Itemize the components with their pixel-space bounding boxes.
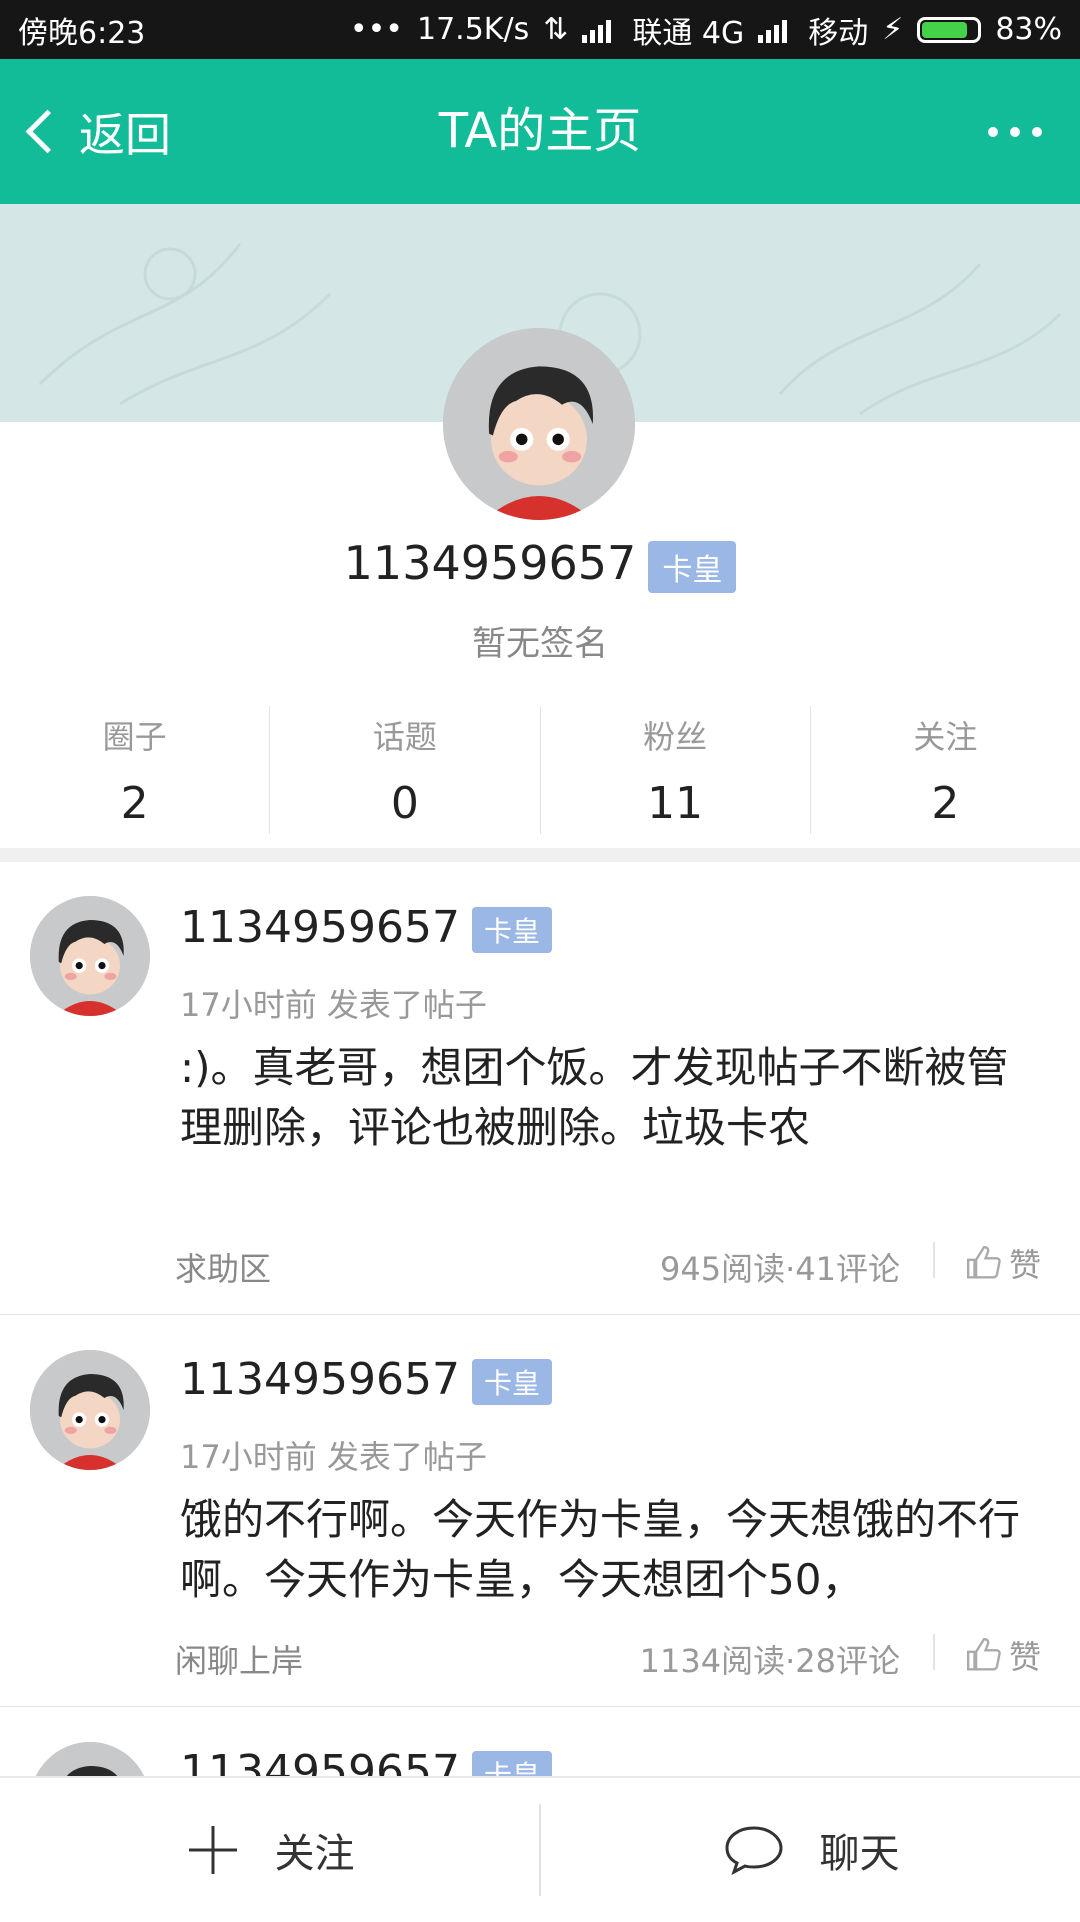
more-options-icon[interactable] [988,127,1042,137]
post-category[interactable]: 闲聊上岸 [175,1636,303,1682]
bottom-action-bar: 关注 聊天 [0,1776,1080,1922]
stat-label: 关注 [913,718,978,756]
post-content: :)。真老哥，想团个饭。才发现帖子不断被管理删除，评论也被删除。垃圾卡农 [180,1043,1009,1152]
like-button[interactable]: 赞 [965,1632,1041,1678]
chevron-left-icon [25,109,70,154]
app-header: TA的主页 返回 [0,59,1080,204]
like-label: 赞 [1009,1638,1042,1676]
profile-signature: 暂无签名 [472,624,608,664]
avatar-image [30,1742,150,1776]
stat-value: 0 [390,778,419,829]
chat-bubble-icon [724,1826,783,1876]
stat-label: 话题 [372,718,437,756]
separator [933,1634,935,1670]
stat-label: 粉丝 [643,718,708,756]
post-item[interactable]: 1134959657 卡皇 17小时前 发表了帖子 饿的不行啊。今天作为卡皇，今天… [0,1314,1080,1707]
battery-percent: 83% [995,12,1062,47]
post-avatar[interactable] [30,896,150,1016]
post-meta: 17小时前 发表了帖子 [180,1438,487,1476]
separator [933,1242,935,1278]
follow-button[interactable]: 关注 [0,1778,539,1922]
post-username: 1134959657 [180,1746,460,1776]
post-item[interactable]: 1134959657 卡皇 [0,1706,1080,1776]
follow-label: 关注 [274,1831,355,1877]
post-read-comment-count: 945阅读·41评论 [660,1250,900,1288]
profile-stats: 圈子 2 话题 0 粉丝 11 关注 2 [0,706,1080,834]
post-author: 1134959657 卡皇 [180,1746,552,1776]
post-avatar[interactable] [30,1350,150,1470]
post-author: 1134959657 卡皇 [180,902,552,953]
rank-badge: 卡皇 [471,1751,552,1776]
signal-icon [582,17,618,43]
carrier-2: 移动 [808,15,869,51]
stat-value: 2 [120,778,149,829]
like-button[interactable]: 赞 [965,1240,1041,1286]
profile-name-row: 1134959657 卡皇 [0,536,1080,593]
thumbs-up-icon [966,1637,1001,1671]
status-icons: ••• 17.5K/s ⇅ 联通 4G 移动 ⚡ 83% [350,8,1062,52]
avatar-image [30,896,150,1016]
more-notifications-icon: ••• [349,12,403,47]
stat-fans[interactable]: 粉丝 11 [541,706,811,834]
chat-label: 聊天 [819,1831,900,1877]
stat-value: 2 [931,778,960,829]
post-meta: 17小时前 发表了帖子 [180,986,487,1024]
stat-value: 11 [647,778,704,829]
thumbs-up-icon [966,1245,1001,1279]
post-content: 饿的不行啊。今天作为卡皇，今天想饿的不行啊。今天作为卡皇，今天想团个50， [180,1495,1021,1604]
back-label: 返回 [79,107,171,162]
stat-following[interactable]: 关注 2 [811,706,1080,834]
data-transfer-icon: ⇅ [543,12,569,47]
status-time: 傍晚6:23 [18,15,146,51]
network-speed: 17.5K/s [417,12,530,47]
avatar-image [443,328,635,520]
profile-avatar[interactable] [443,328,635,520]
post-username: 1134959657 [180,902,460,953]
stat-circles[interactable]: 圈子 2 [0,706,271,834]
signal-icon [758,17,794,43]
like-label: 赞 [1009,1246,1042,1284]
post-category[interactable]: 求助区 [175,1244,271,1290]
rank-badge: 卡皇 [471,907,552,953]
stat-label: 圈子 [102,718,167,756]
avatar-image [30,1350,150,1470]
post-avatar[interactable] [30,1742,150,1776]
back-button[interactable]: 返回 [20,59,171,204]
status-bar: 傍晚6:23 ••• 17.5K/s ⇅ 联通 4G 移动 ⚡ 83% [0,0,1080,59]
post-read-comment-count: 1134阅读·28评论 [639,1642,900,1680]
charging-icon: ⚡ [882,12,904,47]
rank-badge: 卡皇 [471,1359,552,1405]
battery-icon [917,16,982,43]
plus-icon [188,1826,237,1874]
stat-topics[interactable]: 话题 0 [270,706,541,834]
profile-username: 1134959657 [343,536,637,590]
post-item[interactable]: 1134959657 卡皇 17小时前 发表了帖子 :)。真老哥，想团个饭。才发现… [0,862,1080,1315]
post-author: 1134959657 卡皇 [180,1354,552,1405]
chat-button[interactable]: 聊天 [541,1778,1080,1922]
section-divider [0,848,1080,862]
post-username: 1134959657 [180,1354,460,1405]
carrier-1: 联通 4G [632,15,745,51]
rank-badge: 卡皇 [648,540,737,593]
